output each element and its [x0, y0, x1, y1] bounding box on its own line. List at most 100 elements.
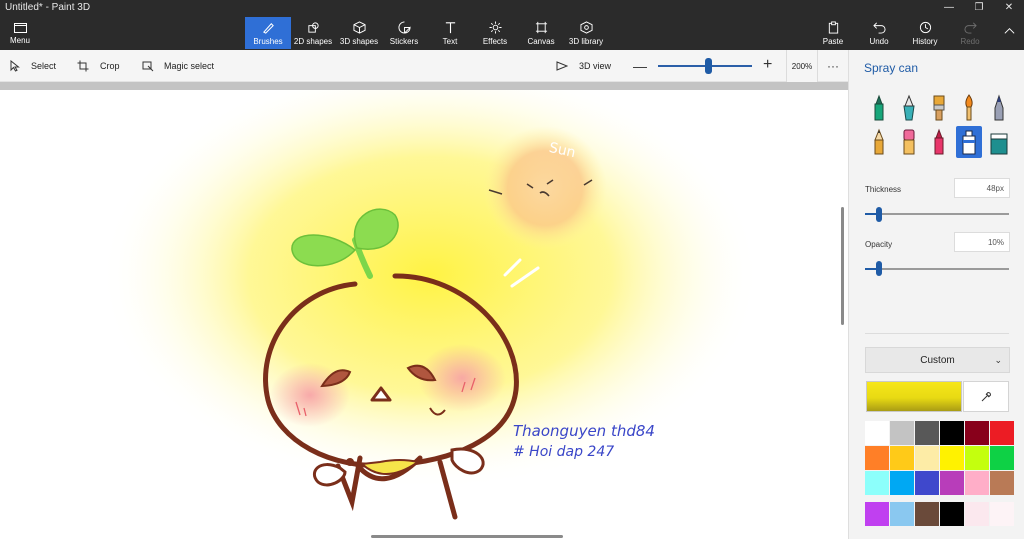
drawing-canvas[interactable]: Sun Thaonguyen thd84 # Hoi dap 247 [0, 90, 848, 539]
custom-swatch-2[interactable] [915, 502, 939, 526]
palette-swatch-11[interactable] [990, 446, 1014, 470]
thickness-label: Thickness [865, 185, 902, 194]
menu-button[interactable]: Menu [0, 16, 40, 50]
brush-spray-can[interactable] [956, 126, 982, 158]
brush-oil[interactable] [926, 93, 952, 123]
undo-icon [872, 22, 886, 34]
thickness-slider-thumb[interactable] [876, 207, 883, 222]
custom-swatch-5[interactable] [990, 502, 1014, 526]
zoom-slider-thumb[interactable] [704, 58, 712, 74]
palette-swatch-1[interactable] [890, 421, 914, 445]
select-button[interactable]: Select [9, 50, 56, 82]
3d-view-button[interactable]: 3D view [556, 50, 611, 82]
tool-3d-shapes[interactable]: 3D shapes [337, 17, 381, 49]
tool-label: Redo [960, 36, 980, 46]
panel-divider [865, 333, 1009, 334]
tool-brushes[interactable]: Brushes [245, 17, 291, 49]
history-icon [919, 21, 931, 33]
brush-crayon[interactable] [926, 127, 952, 157]
tool-stickers[interactable]: Stickers [385, 17, 423, 49]
sun-drawing [483, 126, 607, 250]
color-palette [865, 421, 1014, 495]
brush-pixel-pen[interactable] [986, 93, 1012, 123]
tool-paste[interactable]: Paste [817, 17, 849, 49]
close-icon[interactable]: ✕ [994, 0, 1024, 14]
thickness-input[interactable]: 48px [954, 178, 1010, 198]
palette-swatch-4[interactable] [965, 421, 989, 445]
horizontal-scrollbar[interactable] [371, 535, 563, 538]
tool-label: Stickers [389, 36, 419, 46]
tool-label: Undo [869, 36, 889, 46]
signature-author: Thaonguyen thd84 [513, 422, 655, 440]
palette-swatch-3[interactable] [940, 421, 964, 445]
brush-watercolor[interactable] [956, 93, 982, 123]
signature-tag: # Hoi dap 247 [513, 444, 614, 460]
palette-swatch-2[interactable] [915, 421, 939, 445]
custom-swatch-4[interactable] [965, 502, 989, 526]
custom-swatch-3[interactable] [940, 502, 964, 526]
palette-swatch-0[interactable] [865, 421, 889, 445]
fill-bucket-icon [990, 133, 1008, 155]
palette-swatch-8[interactable] [915, 446, 939, 470]
custom-swatch-0[interactable] [865, 502, 889, 526]
canvas-area[interactable]: Sun Thaonguyen thd84 # Hoi dap 247 [0, 82, 848, 539]
pencil-icon [874, 128, 884, 155]
spray-can-icon [962, 130, 976, 155]
palette-swatch-10[interactable] [965, 446, 989, 470]
palette-swatch-14[interactable] [915, 471, 939, 495]
color-mode-dropdown[interactable]: Custom ⌄ [865, 347, 1010, 373]
eyedropper-icon [981, 391, 992, 401]
palette-swatch-17[interactable] [990, 471, 1014, 495]
palette-swatch-7[interactable] [890, 446, 914, 470]
tool-redo[interactable]: Redo [954, 17, 986, 49]
palette-swatch-12[interactable] [865, 471, 889, 495]
palette-swatch-15[interactable] [940, 471, 964, 495]
zoom-percentage[interactable]: 200% [786, 50, 818, 82]
opacity-label: Opacity [865, 240, 893, 249]
zoom-in-button[interactable]: + [763, 56, 772, 74]
palette-swatch-13[interactable] [890, 471, 914, 495]
window-title: Untitled* - Paint 3D [5, 2, 91, 13]
tool-text[interactable]: Text [432, 17, 468, 49]
more-options-button[interactable]: ··· [823, 50, 843, 82]
tool-canvas[interactable]: Canvas [522, 17, 560, 49]
vertical-scrollbar[interactable] [841, 207, 844, 325]
tool-undo[interactable]: Undo [863, 17, 895, 49]
watercolor-icon [965, 94, 973, 121]
crop-icon [77, 60, 89, 72]
minimize-icon[interactable]: — [934, 0, 964, 14]
brush-calligraphy-pen[interactable] [896, 93, 922, 123]
shapes-2d-icon [307, 21, 319, 33]
palette-swatch-9[interactable] [940, 446, 964, 470]
opacity-slider-thumb[interactable] [876, 261, 883, 276]
collapse-ribbon-button[interactable] [996, 17, 1022, 49]
opacity-slider[interactable] [865, 268, 1009, 270]
tool-effects[interactable]: Effects [477, 17, 513, 49]
current-color-swatch[interactable] [866, 381, 962, 412]
palette-swatch-16[interactable] [965, 471, 989, 495]
maximize-icon[interactable]: ❐ [964, 0, 994, 14]
magic-select-button[interactable]: Magic select [142, 50, 214, 82]
sun-icon [488, 20, 502, 34]
palette-swatch-6[interactable] [865, 446, 889, 470]
cursor-icon [10, 60, 20, 72]
custom-color-palette [865, 502, 1014, 526]
text-icon [445, 21, 455, 33]
brush-pencil[interactable] [866, 127, 892, 157]
brush-fill[interactable] [986, 127, 1012, 157]
eyedropper-button[interactable] [963, 381, 1009, 412]
clipboard-icon [828, 20, 838, 34]
brush-marker[interactable] [866, 93, 892, 123]
opacity-input[interactable]: 10% [954, 232, 1010, 252]
crop-button[interactable]: Crop [77, 50, 120, 82]
tool-2d-shapes[interactable]: 2D shapes [292, 17, 334, 49]
palette-swatch-5[interactable] [990, 421, 1014, 445]
thickness-slider[interactable] [865, 213, 1009, 215]
canvas-border [0, 82, 848, 90]
tool-3d-library[interactable]: 3D library [565, 17, 607, 49]
brush-eraser[interactable] [896, 127, 922, 157]
custom-swatch-1[interactable] [890, 502, 914, 526]
zoom-out-button[interactable]: — [633, 58, 647, 74]
tool-label: 3D shapes [339, 36, 379, 46]
tool-history[interactable]: History [908, 17, 942, 49]
